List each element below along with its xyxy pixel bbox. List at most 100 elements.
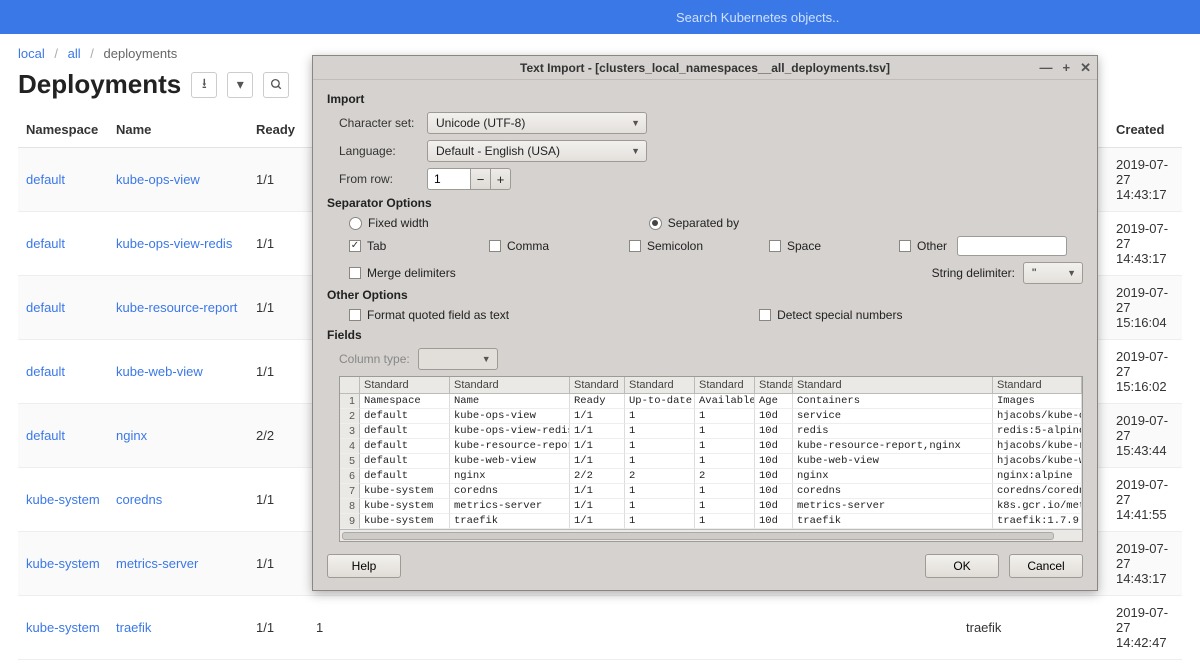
ready-cell: 1/1 <box>248 596 308 660</box>
spin-minus-button[interactable]: − <box>471 168 491 190</box>
quoted-as-text-check[interactable]: Format quoted field as text <box>349 308 509 322</box>
created-cell: 2019-07-27 14:43:17 <box>1108 212 1182 276</box>
col-name[interactable]: Name <box>108 112 248 148</box>
other-options-label: Other Options <box>327 288 1083 302</box>
other-separator-input[interactable] <box>957 236 1067 256</box>
deployment-link[interactable]: coredns <box>116 492 162 507</box>
deployment-link[interactable]: kube-resource-report <box>116 300 237 315</box>
separator-group-label: Separator Options <box>327 196 1083 210</box>
ready-cell: 1/1 <box>248 148 308 212</box>
namespace-link[interactable]: default <box>26 172 65 187</box>
preview-row: 4defaultkube-resource-report1/11110dkube… <box>340 439 1082 454</box>
string-delimiter-combo[interactable]: "▼ <box>1023 262 1083 284</box>
fields-label: Fields <box>327 328 1083 342</box>
namespace-link[interactable]: default <box>26 300 65 315</box>
preview-row: 5defaultkube-web-view1/11110dkube-web-vi… <box>340 454 1082 469</box>
chevron-down-icon: ▼ <box>482 354 491 364</box>
namespace-link[interactable]: default <box>26 428 65 443</box>
deployment-link[interactable]: nginx <box>116 428 147 443</box>
comma-check[interactable]: Comma <box>489 239 599 253</box>
preview-table[interactable]: StandardStandardStandard StandardStandar… <box>339 376 1083 542</box>
uptodate-cell: 1 <box>308 596 958 660</box>
deployment-link[interactable]: kube-ops-view-redis <box>116 236 232 251</box>
language-combo[interactable]: Default - English (USA)▼ <box>427 140 647 162</box>
breadcrumb-current: deployments <box>104 46 178 61</box>
created-cell: 2019-07-27 15:43:44 <box>1108 404 1182 468</box>
preview-row: 3defaultkube-ops-view-redis1/11110dredis… <box>340 424 1082 439</box>
namespace-link[interactable]: default <box>26 236 65 251</box>
search-input[interactable] <box>670 6 1120 28</box>
page-title: Deployments <box>18 69 181 100</box>
column-chooser-icon[interactable]: ▾ <box>227 72 253 98</box>
preview-row: 8kube-systemmetrics-server1/11110dmetric… <box>340 499 1082 514</box>
chevron-down-icon: ▼ <box>1067 268 1076 278</box>
created-cell: 2019-07-27 14:42:47 <box>1108 596 1182 660</box>
ready-cell: 1/1 <box>248 212 308 276</box>
deployment-link[interactable]: kube-ops-view <box>116 172 200 187</box>
cancel-button[interactable]: Cancel <box>1009 554 1083 578</box>
preview-row: 9kube-systemtraefik1/11110dtraefiktraefi… <box>340 514 1082 529</box>
ready-cell: 1/1 <box>248 276 308 340</box>
charset-label: Character set: <box>339 116 421 130</box>
download-icon[interactable]: ⭳ <box>191 72 217 98</box>
tab-check[interactable]: Tab <box>349 239 459 253</box>
col-namespace[interactable]: Namespace <box>18 112 108 148</box>
namespace-link[interactable]: kube-system <box>26 556 100 571</box>
other-check[interactable]: Other <box>899 239 947 253</box>
language-label: Language: <box>339 144 421 158</box>
col-created[interactable]: Created <box>1108 112 1182 148</box>
maximize-icon[interactable]: + <box>1063 60 1071 76</box>
charset-combo[interactable]: Unicode (UTF-8)▼ <box>427 112 647 134</box>
string-delimiter-label: String delimiter: <box>932 266 1015 280</box>
ready-cell: 1/1 <box>248 340 308 404</box>
ready-cell: 1/1 <box>248 532 308 596</box>
chevron-down-icon: ▼ <box>631 146 640 156</box>
preview-row: 2defaultkube-ops-view1/11110dservicehjac… <box>340 409 1082 424</box>
namespace-link[interactable]: kube-system <box>26 492 100 507</box>
fromrow-input[interactable] <box>427 168 471 190</box>
close-icon[interactable]: ✕ <box>1080 60 1091 76</box>
preview-row: 7kube-systemcoredns1/11110dcorednscoredn… <box>340 484 1082 499</box>
chevron-down-icon: ▼ <box>631 118 640 128</box>
preview-row: 6defaultnginx2/22210dnginxnginx:alpine <box>340 469 1082 484</box>
deployment-link[interactable]: traefik <box>116 620 151 635</box>
separated-by-radio[interactable]: Separated by <box>649 216 739 230</box>
search-icon[interactable] <box>263 72 289 98</box>
import-group-label: Import <box>327 92 1083 106</box>
column-type-combo[interactable]: ▼ <box>418 348 498 370</box>
ok-button[interactable]: OK <box>925 554 999 578</box>
dialog-titlebar[interactable]: Text Import - [clusters_local_namespaces… <box>313 56 1097 80</box>
text-import-dialog: Text Import - [clusters_local_namespaces… <box>312 55 1098 591</box>
fixed-width-radio[interactable]: Fixed width <box>349 216 429 230</box>
deployment-link[interactable]: metrics-server <box>116 556 198 571</box>
ready-cell: 1/1 <box>248 468 308 532</box>
breadcrumb-all[interactable]: all <box>68 46 81 61</box>
table-row: kube-systemtraefik1/11traefik2019-07-27 … <box>18 596 1182 660</box>
created-cell: 2019-07-27 14:43:17 <box>1108 532 1182 596</box>
created-cell: 2019-07-27 14:41:55 <box>1108 468 1182 532</box>
created-cell: 2019-07-27 14:43:17 <box>1108 148 1182 212</box>
col-ready[interactable]: Ready <box>248 112 308 148</box>
semicolon-check[interactable]: Semicolon <box>629 239 739 253</box>
fromrow-label: From row: <box>339 172 421 186</box>
created-cell: 2019-07-27 15:16:04 <box>1108 276 1182 340</box>
namespace-link[interactable]: kube-system <box>26 620 100 635</box>
horizontal-scrollbar[interactable] <box>340 529 1082 541</box>
breadcrumb-local[interactable]: local <box>18 46 45 61</box>
deployment-link[interactable]: kube-web-view <box>116 364 203 379</box>
dialog-title: Text Import - [clusters_local_namespaces… <box>520 61 890 75</box>
created-cell: 2019-07-27 15:16:02 <box>1108 340 1182 404</box>
minimize-icon[interactable]: — <box>1040 60 1053 76</box>
column-type-label: Column type: <box>339 352 410 366</box>
help-button[interactable]: Help <box>327 554 401 578</box>
space-check[interactable]: Space <box>769 239 869 253</box>
containers-cell: traefik <box>958 596 1108 660</box>
ready-cell: 2/2 <box>248 404 308 468</box>
spin-plus-button[interactable]: + <box>491 168 511 190</box>
fromrow-spinner[interactable]: − + <box>427 168 511 190</box>
topbar <box>0 0 1200 34</box>
namespace-link[interactable]: default <box>26 364 65 379</box>
detect-numbers-check[interactable]: Detect special numbers <box>759 308 902 322</box>
merge-delimiters-check[interactable]: Merge delimiters <box>349 266 459 280</box>
preview-row: 1NamespaceNameReadyUp-to-dateAvailableAg… <box>340 394 1082 409</box>
